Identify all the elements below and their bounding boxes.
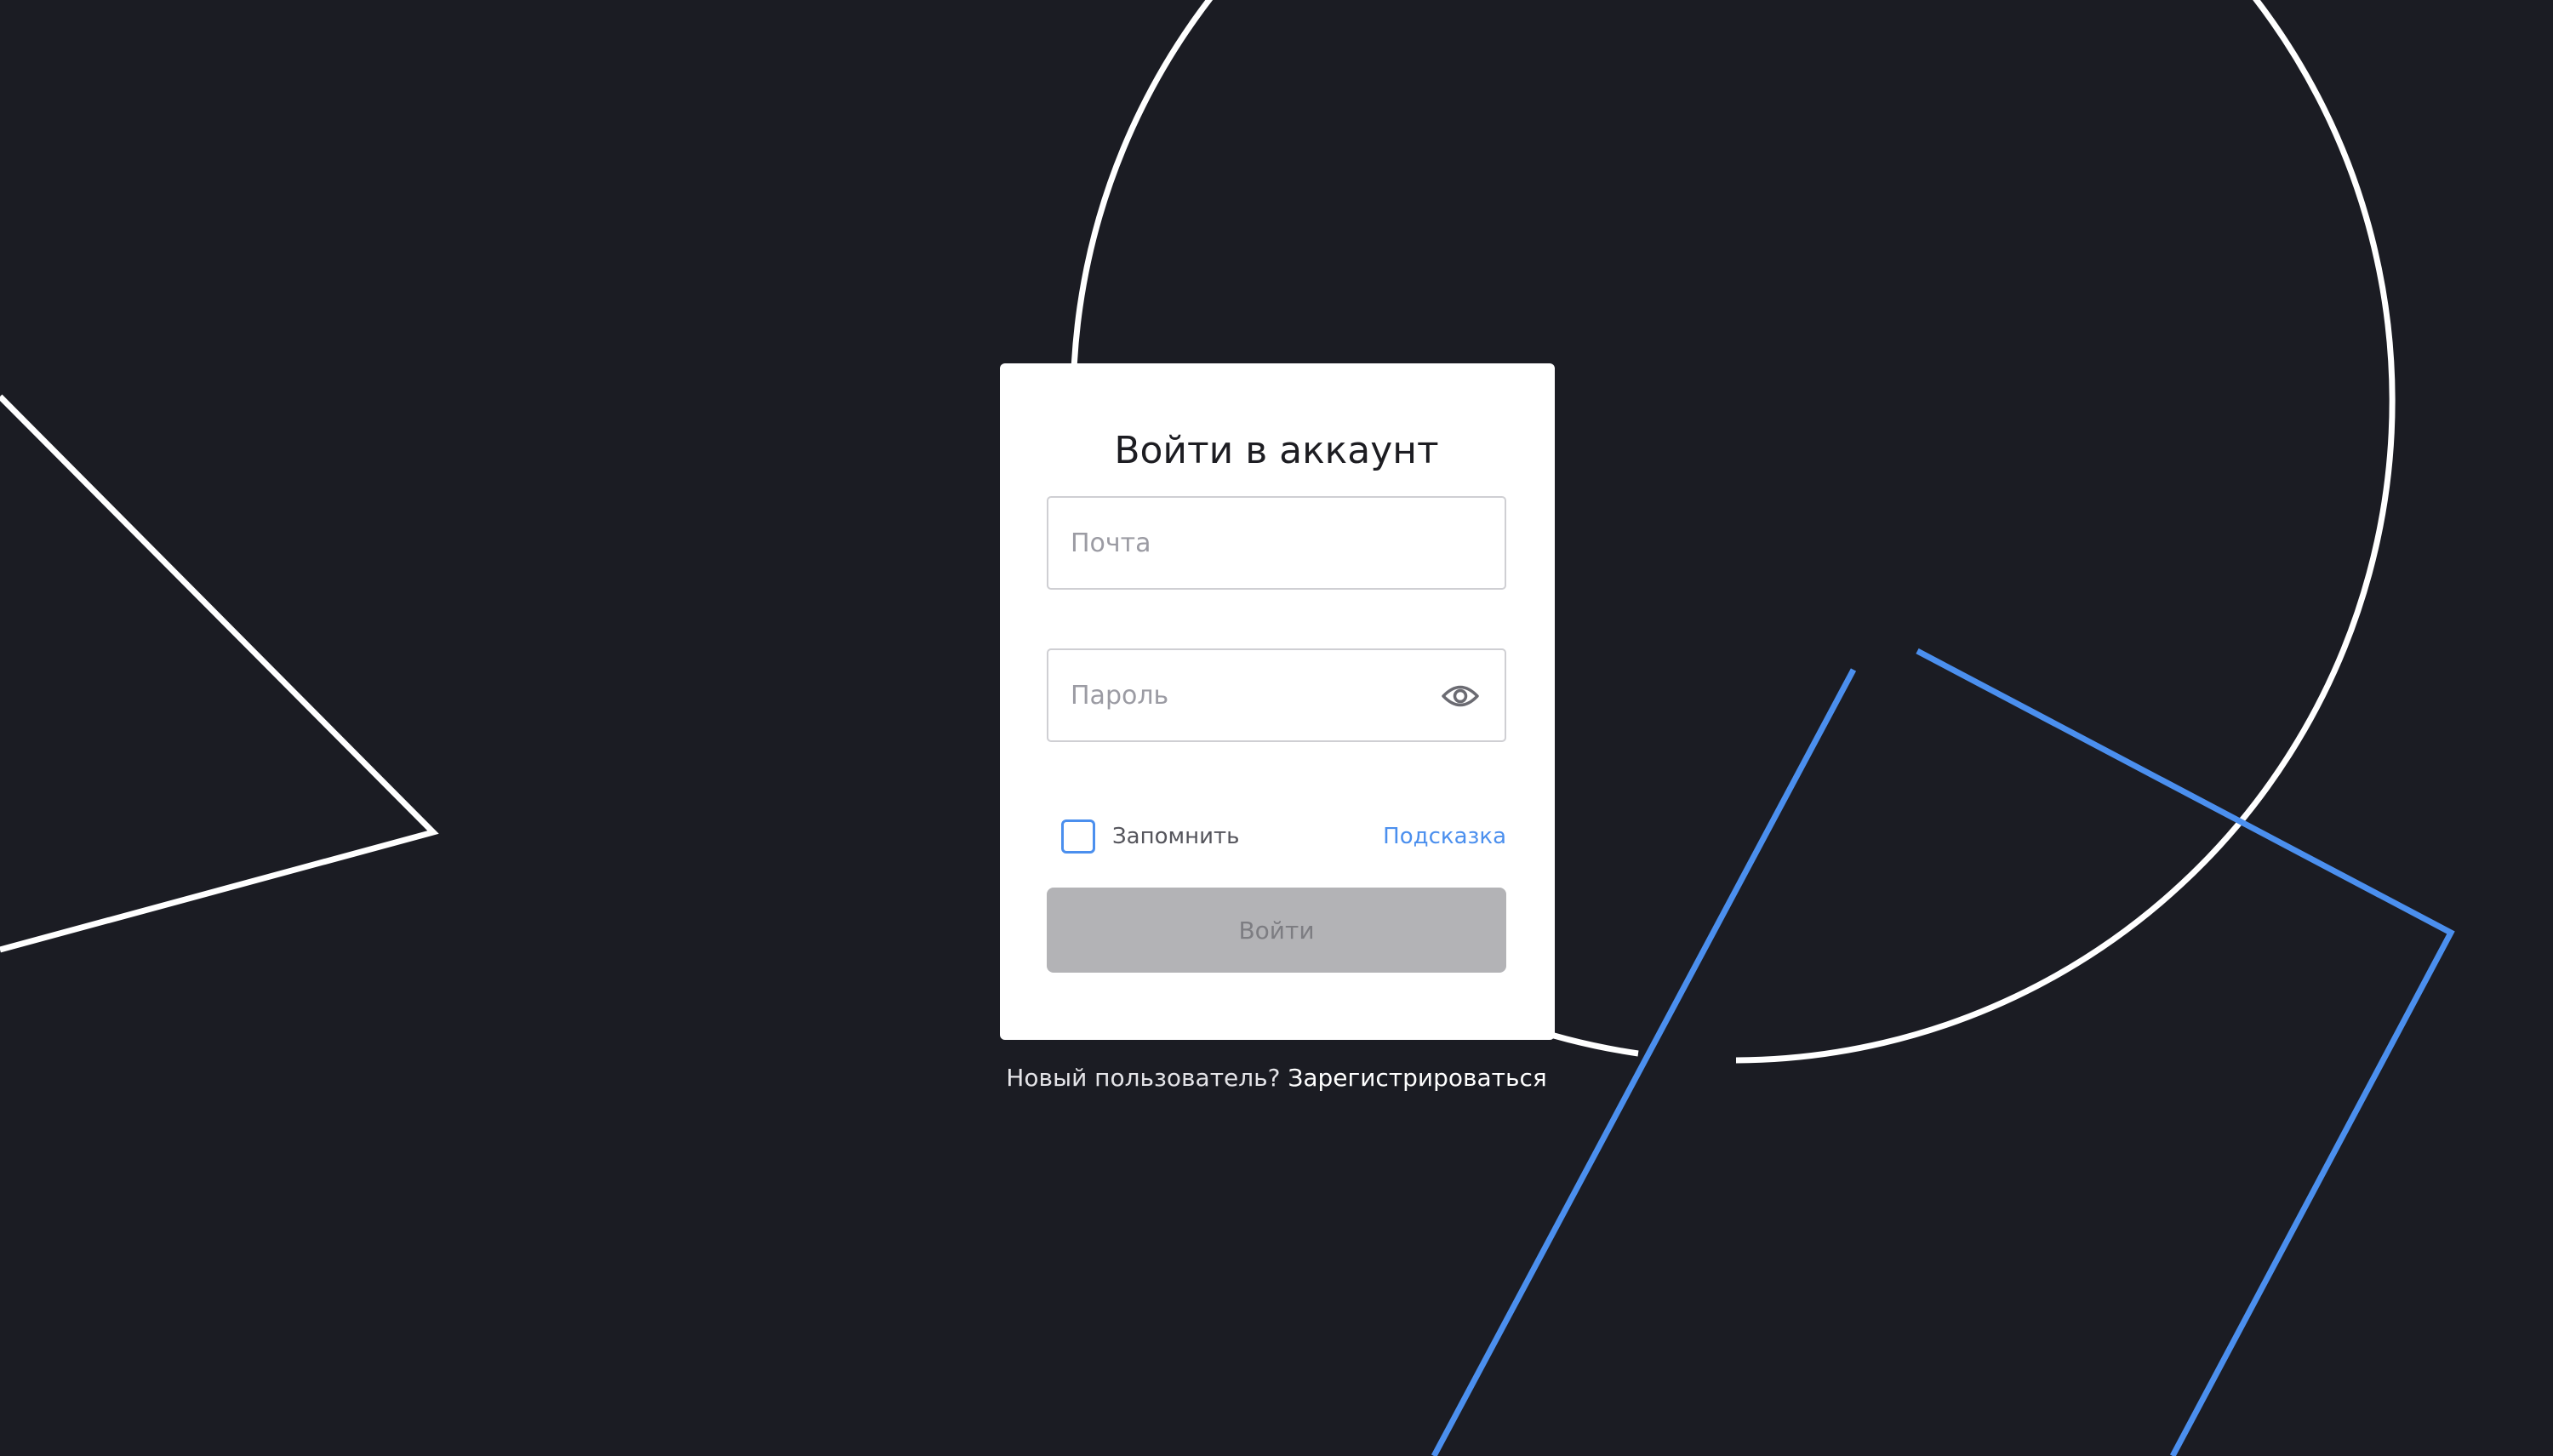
password-input[interactable] [1071,650,1428,740]
login-page: Войти в аккаунт Запомнить Подсказка Войт… [0,0,2553,1456]
hint-link[interactable]: Подсказка [1383,819,1506,854]
login-title: Войти в аккаунт [1114,429,1439,472]
decor-blue-shape [1916,648,2455,1456]
password-field[interactable] [1047,648,1506,742]
remember-label: Запомнить [1112,824,1240,849]
new-user-text: Новый пользователь? [1006,1064,1281,1092]
email-field[interactable] [1047,496,1506,590]
decor-white-triangle [0,394,439,953]
email-input[interactable] [1071,498,1428,588]
remember-checkbox[interactable] [1061,819,1095,854]
login-button[interactable]: Войти [1047,888,1506,973]
eye-icon[interactable] [1440,676,1481,717]
remember-me[interactable]: Запомнить [1061,817,1240,856]
register-link[interactable]: Зарегистрироваться [1288,1064,1546,1092]
signup-prompt: Новый пользователь? Зарегистрироваться [0,1059,2553,1097]
